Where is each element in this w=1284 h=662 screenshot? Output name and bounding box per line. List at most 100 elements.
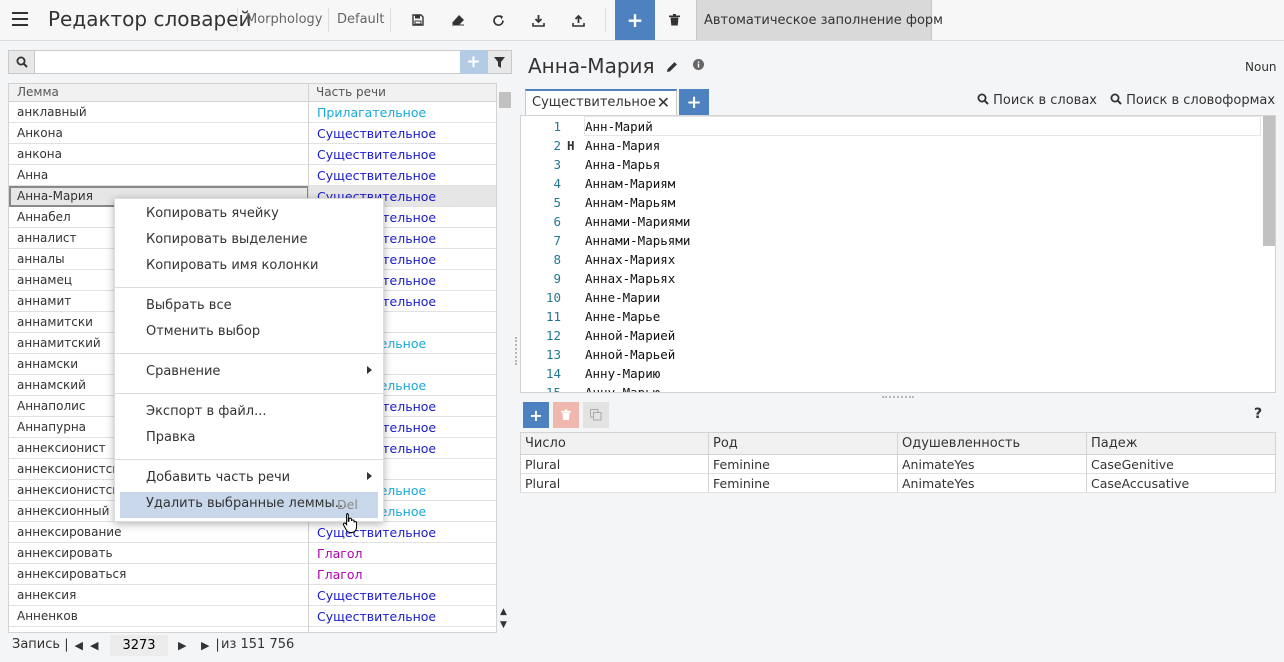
refresh-button[interactable] [487,9,509,31]
column-header-gender[interactable]: Род [709,433,898,455]
column-header-animacy[interactable]: Одушевленность [898,433,1087,455]
table-row[interactable]: Анненков Существительное [9,606,496,627]
filter-button[interactable] [487,50,512,74]
menu-item-select-all[interactable]: Выбрать все [120,294,378,320]
menu-item-add-pos[interactable]: Добавить часть речи [120,466,378,492]
table-row[interactable]: аннексировать Глагол [9,543,496,564]
editor-line[interactable]: 11 Анне-Марье [521,307,1263,326]
wordform-text[interactable]: Аннам-Марьям [585,195,675,210]
lemma-cell[interactable]: аннексировать [17,546,113,560]
lemma-cell[interactable]: Анна-Мария [17,189,93,203]
upload-button[interactable] [567,9,589,31]
editor-scrollbar-thumb[interactable] [1263,116,1275,246]
case-cell[interactable]: CaseGenitive [1087,455,1275,474]
table-row[interactable]: аннексироваться Глагол [9,564,496,585]
lemma-cell[interactable]: аннексионист [17,441,106,455]
menu-item-delete-lemmas[interactable]: Удалить выбранные леммы... Del [120,492,378,518]
editor-line[interactable]: 1 Анн-Марий [521,117,1263,136]
breadcrumb-morphology[interactable]: Morphology [246,12,322,27]
prev-page-icon[interactable]: ◀ [90,639,98,652]
autofill-forms-button[interactable]: Автоматическое заполнение форм [696,0,943,40]
search-button[interactable] [8,50,35,74]
lemma-cell[interactable]: Анненков [17,609,78,623]
lemma-cell[interactable]: анклавный [17,105,87,119]
animacy-cell[interactable]: AnimateYes [898,455,1087,474]
wordform-text[interactable]: Аннам-Мариям [585,176,675,191]
menu-item-export[interactable]: Экспорт в файл... [120,400,378,426]
info-icon[interactable] [693,59,705,70]
menu-item-deselect[interactable]: Отменить выбор [120,320,378,346]
pos-cell[interactable]: Существительное [317,168,436,183]
add-feature-button[interactable]: + [523,402,549,428]
lemma-cell[interactable]: аннамец [17,273,72,287]
lemma-cell[interactable]: Аннаполис [17,399,86,413]
lemma-cell[interactable]: анналы [17,252,65,266]
menu-item-edit[interactable]: Правка [120,426,378,452]
pos-cell[interactable]: Существительное [317,609,436,624]
breadcrumb-default[interactable]: Default [337,12,385,27]
animacy-cell[interactable]: AnimateYes [898,474,1087,493]
scroll-down-icon[interactable]: ▼ [500,620,507,630]
editor-line[interactable]: 8 Аннах-Мариях [521,250,1263,269]
menu-item-copy-selection[interactable]: Копировать выделение [120,228,378,254]
table-row[interactable]: анкона Существительное [9,144,496,165]
add-lemma-button[interactable]: + [460,50,487,74]
clear-button[interactable] [447,9,469,31]
horizontal-splitter[interactable] [882,396,914,399]
editor-line[interactable]: 14 Анну-Марию [521,364,1263,383]
add-tab-button[interactable]: + [679,89,709,115]
search-wordforms-button[interactable]: Поиск в словоформах [1110,93,1275,108]
wordform-text[interactable]: Анной-Марьей [585,347,675,362]
add-button[interactable]: + [615,0,655,40]
search-words-button[interactable]: Поиск в словах [977,93,1097,108]
editor-line[interactable]: 10 Анне-Марии [521,288,1263,307]
column-header-lemma[interactable]: Лемма [17,85,59,99]
wordform-text[interactable]: Аннах-Марьях [585,271,675,286]
column-header-case[interactable]: Падеж [1087,433,1275,455]
editor-line[interactable]: 12 Анной-Марией [521,326,1263,345]
column-header-number[interactable]: Число [521,433,709,455]
wordform-text[interactable]: Аннами-Марьями [585,233,690,248]
lemma-cell[interactable]: аннамит [17,294,71,308]
wordform-text[interactable]: Анну-Марию [585,366,660,381]
pos-cell[interactable]: Существительное [317,147,436,162]
wordforms-editor[interactable]: 1 Анн-Марий 2 Н Анна-Мария 3 Анна-Марья 4 Аннам-… [520,115,1276,393]
wordform-text[interactable]: Анна-Мария [585,138,660,153]
table-row[interactable]: анклавный Прилагательное [9,102,496,123]
number-cell[interactable]: Plural [521,474,709,493]
editor-line[interactable]: 6 Аннами-Мариями [521,212,1263,231]
vertical-splitter[interactable] [515,337,518,365]
gender-cell[interactable]: Feminine [709,474,898,493]
lemma-cell[interactable]: аннексия [17,588,76,602]
table-row[interactable]: Анна Существительное [9,165,496,186]
pos-cell[interactable]: Глагол [317,546,362,561]
wordform-text[interactable]: Аннами-Мариями [585,214,690,229]
editor-line[interactable]: 7 Аннами-Марьями [521,231,1263,250]
wordform-text[interactable]: Анне-Марье [585,309,660,324]
number-cell[interactable]: Plural [521,455,709,474]
gender-cell[interactable]: Feminine [709,455,898,474]
last-page-icon[interactable]: ▶▕ [201,639,218,652]
first-page-icon[interactable]: ▏◀ [66,639,83,652]
table-scrollbar-thumb[interactable] [499,92,511,108]
lemma-cell[interactable]: аннексироваться [17,567,126,581]
lemma-cell[interactable]: Анна [17,168,48,182]
menu-item-copy-cell[interactable]: Копировать ячейку [120,202,378,228]
download-button[interactable] [527,9,549,31]
lemma-cell[interactable]: аннамски [17,357,78,371]
lemma-cell[interactable]: аннексионистски [17,462,127,476]
wordform-text[interactable]: Анна-Марья [585,157,660,172]
editor-line[interactable]: 15 Анну-Марью [521,383,1263,392]
menu-item-compare[interactable]: Сравнение [120,360,378,386]
lemma-cell[interactable]: аннексирование [17,525,121,539]
lemma-cell[interactable]: аннамитский [17,336,101,350]
scroll-up-icon[interactable]: ▲ [500,607,507,617]
pos-cell[interactable]: Глагол [317,567,362,582]
lemma-cell[interactable]: анкона [17,147,62,161]
next-page-icon[interactable]: ▶ [178,639,186,652]
menu-item-copy-column-name[interactable]: Копировать имя колонки [120,254,378,280]
editor-line[interactable]: 4 Аннам-Мариям [521,174,1263,193]
table-row[interactable]: аннексирование Существительное [9,522,496,543]
wordform-text[interactable]: Анне-Марии [585,290,660,305]
lemma-cell[interactable]: аннексионный [17,504,109,518]
